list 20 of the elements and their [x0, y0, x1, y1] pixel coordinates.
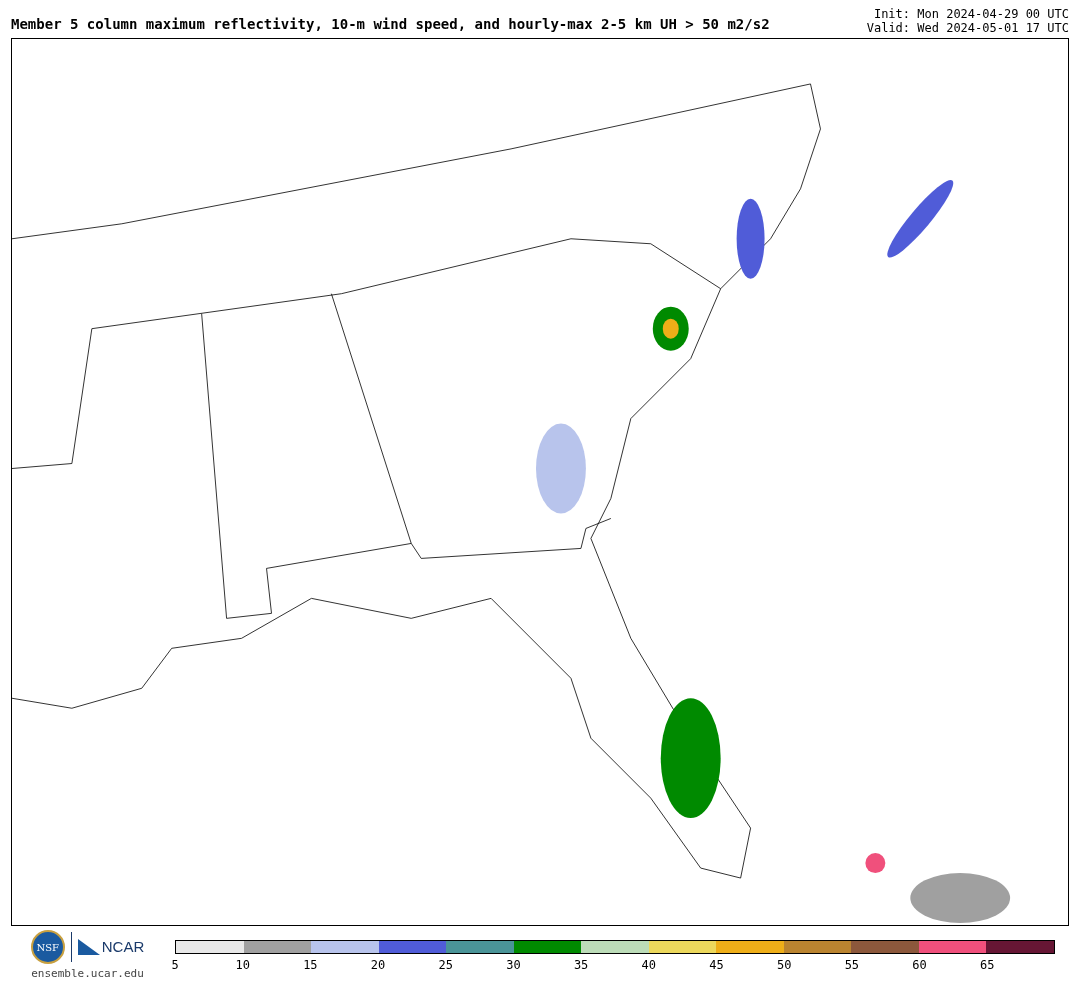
colorbar-tick-label: 45 — [709, 957, 724, 974]
valid-time: Valid: Wed 2024-05-01 17 UTC — [866, 21, 1069, 35]
map-title: Member 5 column maximum reflectivity, 10-m wind speed, and hourly-max 2-5 km UH > 50 m2/s2 — [11, 15, 770, 34]
colorbar-tick-label: 25 — [438, 957, 453, 974]
colorbar-tick-label: 20 — [370, 957, 386, 974]
colorbar-tick-label: 60 — [912, 957, 927, 974]
site-url: ensemble.ucar.edu — [31, 966, 144, 982]
colorbar-tick-label: 30 — [506, 957, 521, 974]
colorbar-tick-label: 5 — [171, 957, 179, 974]
ncar-logo: NCAR — [77, 935, 145, 959]
colorbar-tick-label: 55 — [844, 957, 860, 974]
ncar-mark-icon — [77, 939, 100, 955]
colorbar-tick-label: 15 — [303, 957, 318, 974]
colorbar-tick-label: 10 — [235, 957, 250, 974]
nsf-logo: NSF — [30, 930, 65, 964]
colorbar-tick-label: 35 — [573, 957, 589, 974]
colorbar-tick-label: 50 — [776, 957, 792, 974]
init-time: Init: Mon 2024-04-29 00 UTC — [873, 7, 1069, 21]
colorbar-tick-label: 65 — [980, 957, 995, 974]
colorbar-tick-label: 40 — [641, 957, 657, 974]
